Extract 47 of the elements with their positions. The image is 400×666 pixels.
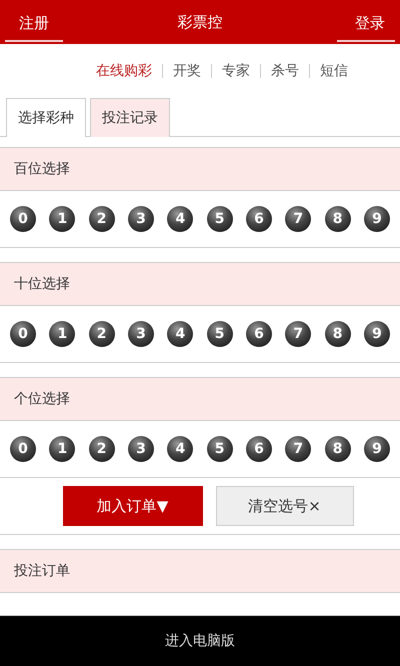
number-ball[interactable]: 3 [128, 206, 154, 232]
number-ball[interactable]: 0 [10, 321, 36, 347]
number-ball[interactable]: 5 [206, 321, 233, 347]
number-ball[interactable]: 5 [206, 206, 233, 232]
number-ball[interactable]: 2 [88, 321, 115, 347]
nav-link[interactable]: 短信 [320, 62, 348, 80]
number-ball[interactable]: 7 [285, 321, 312, 347]
number-ball[interactable]: 3 [128, 321, 154, 347]
nav-link[interactable]: 在线购彩 [96, 62, 152, 80]
add-order-button[interactable]: 加入订单▼ [62, 486, 202, 526]
number-ball[interactable]: 8 [324, 206, 351, 232]
number-ball[interactable]: 0 [10, 436, 36, 462]
section-title: 百位选择 [14, 160, 70, 178]
number-ball[interactable]: 9 [364, 321, 390, 347]
number-ball[interactable]: 7 [285, 206, 312, 232]
number-ball[interactable]: 9 [364, 206, 390, 232]
number-ball[interactable]: 9 [364, 436, 390, 462]
section-title: 个位选择 [14, 390, 70, 408]
section-title: 投注订单 [14, 562, 70, 580]
number-ball[interactable]: 5 [206, 436, 233, 462]
register-link[interactable]: 注册 [5, 8, 63, 42]
number-ball[interactable]: 2 [88, 206, 115, 232]
number-ball[interactable]: 1 [49, 321, 76, 347]
section-title: 十位选择 [14, 275, 70, 293]
number-ball[interactable]: 6 [246, 206, 272, 232]
nav-link[interactable]: 专家 [222, 62, 250, 80]
number-ball[interactable]: 4 [167, 321, 194, 347]
number-ball[interactable]: 4 [167, 436, 194, 462]
tab[interactable]: 选择彩种 [6, 98, 86, 137]
number-ball[interactable]: 6 [246, 321, 272, 347]
login-link[interactable]: 登录 [337, 8, 395, 42]
number-ball[interactable]: 1 [49, 436, 76, 462]
tab[interactable]: 投注记录 [90, 98, 170, 137]
nav-link[interactable]: 开奖 [173, 62, 201, 80]
nav-link[interactable]: 杀号 [271, 62, 299, 80]
clear-button[interactable]: 清空选号× [216, 486, 354, 526]
number-ball[interactable]: 1 [49, 206, 76, 232]
number-ball[interactable]: 2 [88, 436, 115, 462]
number-ball[interactable]: 3 [128, 436, 154, 462]
number-ball[interactable]: 7 [285, 436, 312, 462]
number-ball[interactable]: 8 [324, 436, 351, 462]
number-ball[interactable]: 6 [246, 436, 272, 462]
number-ball[interactable]: 8 [324, 321, 351, 347]
site-title: 彩票控 [178, 12, 222, 32]
desktop-version-link[interactable]: 进入电脑版 [165, 632, 235, 650]
number-ball[interactable]: 0 [10, 206, 36, 232]
number-ball[interactable]: 4 [167, 206, 194, 232]
